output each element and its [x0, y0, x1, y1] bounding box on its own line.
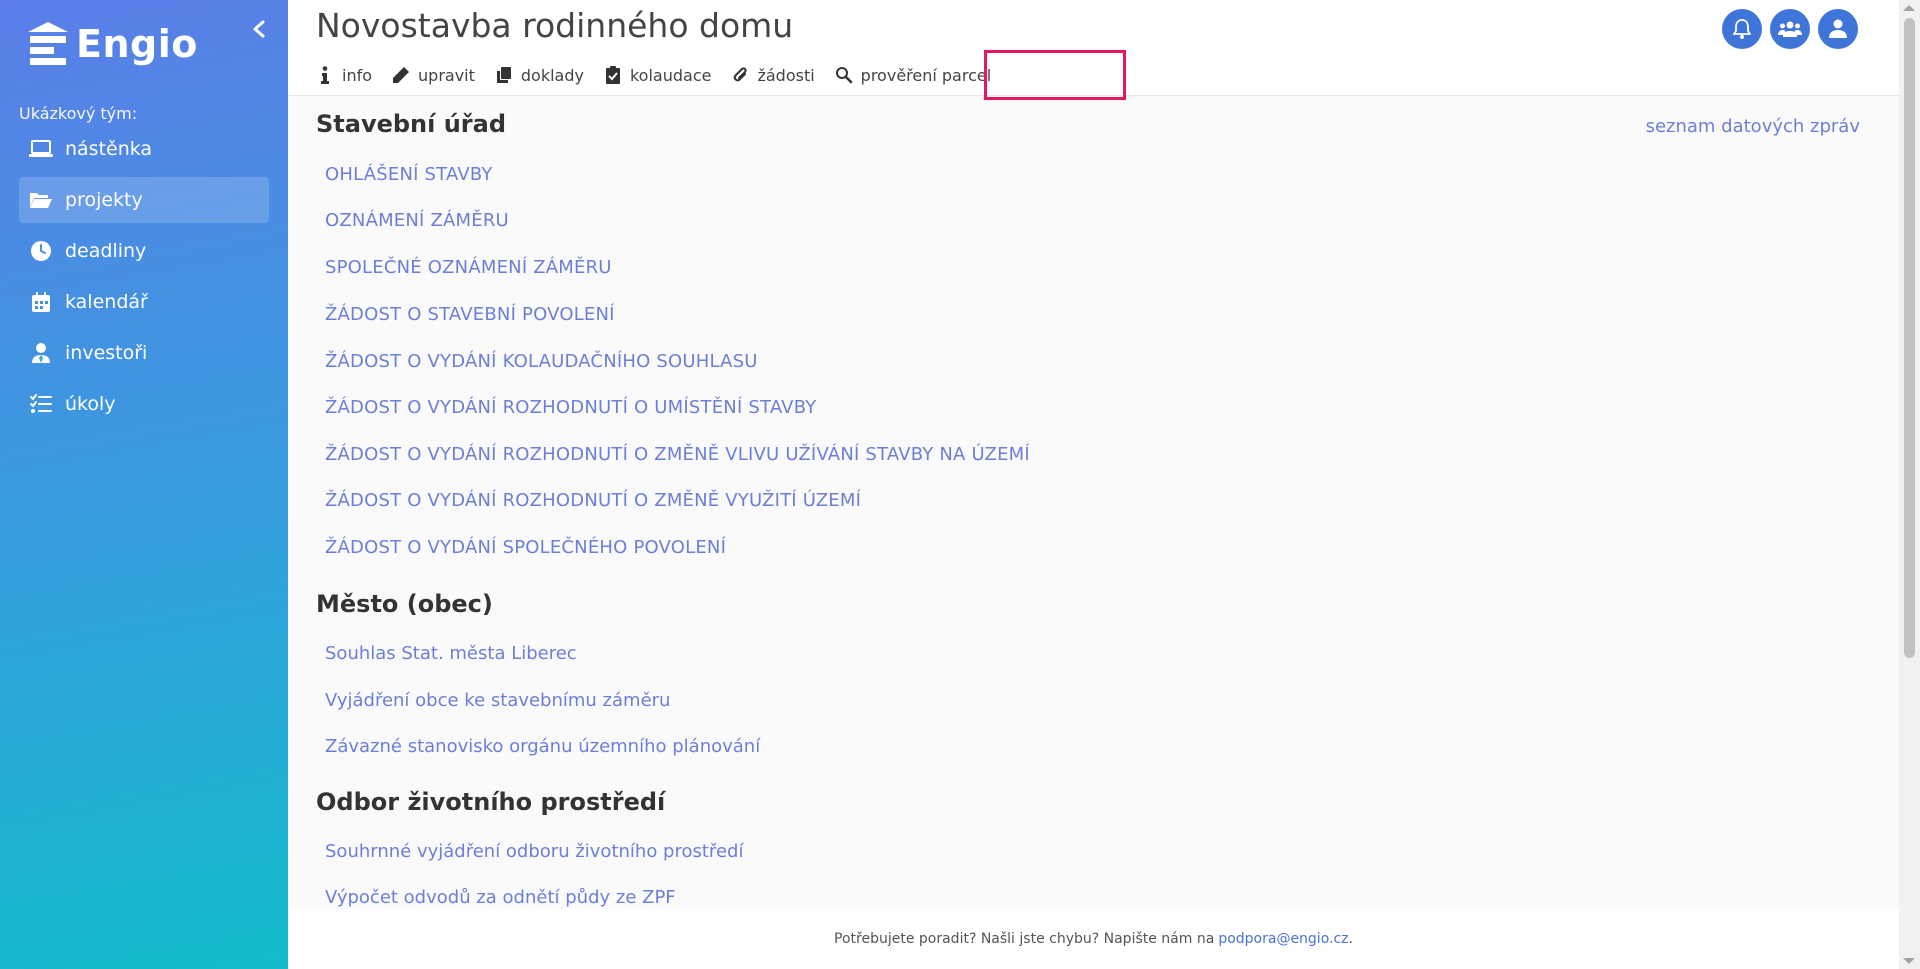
request-link[interactable]: Souhlas Stat. města Liberec [325, 643, 577, 664]
requests-content: seznam datových zpráv Stavební úřad OHLÁ… [288, 96, 1899, 909]
pencil-icon [392, 66, 410, 84]
team-button[interactable] [1770, 9, 1810, 49]
sidebar-item-projekty[interactable]: projekty [19, 177, 269, 223]
tab-zadosti[interactable]: žádosti [731, 65, 815, 85]
sidebar: Engio Ukázkový tým: nástěnka projekty de… [0, 0, 288, 969]
sidebar-item-deadliny[interactable]: deadliny [19, 228, 269, 274]
sidebar-item-nastenka[interactable]: nástěnka [19, 126, 269, 172]
main-area: Novostavba rodinného domu info upravit d… [288, 0, 1899, 969]
request-link[interactable]: ŽÁDOST O VYDÁNÍ ROZHODNUTÍ O UMÍSTĚNÍ ST… [325, 397, 816, 418]
request-link[interactable]: ŽÁDOST O VYDÁNÍ KOLAUDAČNÍHO SOUHLASU [325, 351, 758, 372]
tab-label: kolaudace [629, 65, 712, 85]
section-title-mesto-obec: Město (obec) [316, 590, 493, 618]
copy-icon [495, 66, 513, 84]
team-label: Ukázkový tým: [19, 104, 138, 123]
data-messages-link[interactable]: seznam datových zpráv [1646, 116, 1860, 137]
request-link[interactable]: Závazné stanovisko orgánu územního pláno… [325, 736, 760, 757]
chevron-left-icon [253, 20, 265, 38]
sidebar-item-kalendar[interactable]: kalendář [19, 279, 269, 325]
request-link[interactable]: OHLÁŠENÍ STAVBY [325, 164, 493, 185]
scrollbar[interactable] [1899, 0, 1920, 969]
request-link[interactable]: ŽÁDOST O VYDÁNÍ ROZHODNUTÍ O ZMĚNĚ VYUŽI… [325, 490, 861, 511]
section-title-stavebni-urad: Stavební úřad [316, 110, 507, 138]
logo[interactable]: Engio [28, 16, 198, 72]
request-link[interactable]: ŽÁDOST O VYDÁNÍ ROZHODNUTÍ O ZMĚNĚ VLIVU… [325, 444, 1030, 465]
info-icon [316, 66, 334, 84]
tab-provereni-parcel[interactable]: prověření parcel [835, 65, 992, 85]
scroll-down-arrow-icon[interactable] [1903, 958, 1915, 964]
sidebar-collapse-button[interactable] [244, 14, 274, 44]
tasks-icon [29, 392, 53, 416]
sidebar-item-label: kalendář [65, 291, 148, 313]
engio-logo-icon [28, 22, 68, 65]
user-icon [1829, 19, 1847, 38]
clock-icon [29, 239, 53, 263]
tab-doklady[interactable]: doklady [495, 66, 584, 85]
users-icon [1778, 21, 1802, 37]
sidebar-item-label: nástěnka [65, 138, 153, 160]
footer-suffix: . [1348, 931, 1353, 947]
footer: Potřebujete poradit? Našli jste chybu? N… [288, 909, 1899, 969]
user-tie-icon [29, 341, 53, 365]
user-profile-button[interactable] [1818, 9, 1858, 49]
request-link[interactable]: ŽÁDOST O STAVEBNÍ POVOLENÍ [325, 304, 615, 325]
header-actions [1714, 9, 1858, 49]
paperclip-icon [731, 66, 749, 84]
project-header: Novostavba rodinného domu info upravit d… [288, 0, 1899, 100]
folder-open-icon [29, 188, 53, 212]
sidebar-item-label: projekty [65, 189, 143, 211]
footer-text: Potřebujete poradit? Našli jste chybu? N… [834, 931, 1215, 947]
calendar-icon [29, 290, 53, 314]
tab-upravit[interactable]: upravit [392, 66, 475, 85]
tab-label: upravit [418, 65, 475, 85]
tab-info[interactable]: info [316, 66, 372, 85]
tab-kolaudace[interactable]: kolaudace [604, 66, 711, 85]
request-link[interactable]: Souhrnné vyjádření odboru životního pros… [325, 841, 743, 862]
sidebar-nav: nástěnka projekty deadliny kalendář inve… [19, 126, 269, 432]
search-icon [835, 66, 853, 84]
sidebar-item-investori[interactable]: investoři [19, 330, 269, 376]
notifications-button[interactable] [1722, 9, 1762, 49]
clipboard-check-icon [604, 66, 622, 84]
project-tabs: info upravit doklady kolaudace žádosti p… [316, 60, 1011, 90]
laptop-icon [29, 137, 53, 161]
request-link[interactable]: SPOLEČNÉ OZNÁMENÍ ZÁMĚRU [325, 257, 612, 278]
support-email-link[interactable]: podpora@engio.cz [1218, 931, 1348, 947]
page-title: Novostavba rodinného domu [316, 6, 794, 45]
sidebar-item-label: investoři [65, 342, 148, 364]
request-link[interactable]: Vyjádření obce ke stavebnímu záměru [325, 690, 670, 711]
tab-label: prověření parcel [860, 65, 992, 85]
logo-text: Engio [76, 22, 198, 66]
tab-label: info [342, 65, 373, 85]
bell-icon [1733, 19, 1751, 39]
scrollbar-thumb[interactable] [1904, 18, 1915, 658]
request-link[interactable]: OZNÁMENÍ ZÁMĚRU [325, 210, 509, 231]
sidebar-item-label: úkoly [65, 393, 116, 415]
tab-label: žádosti [757, 65, 815, 85]
sidebar-item-ukoly[interactable]: úkoly [19, 381, 269, 427]
sidebar-item-label: deadliny [65, 240, 147, 262]
scroll-up-arrow-icon[interactable] [1903, 5, 1915, 11]
section-title-odbor-zp: Odbor životního prostředí [316, 788, 666, 816]
request-link[interactable]: ŽÁDOST O VYDÁNÍ SPOLEČNÉHO POVOLENÍ [325, 537, 726, 558]
request-link[interactable]: Výpočet odvodů za odnětí půdy ze ZPF [325, 887, 676, 908]
tab-label: doklady [520, 65, 584, 85]
